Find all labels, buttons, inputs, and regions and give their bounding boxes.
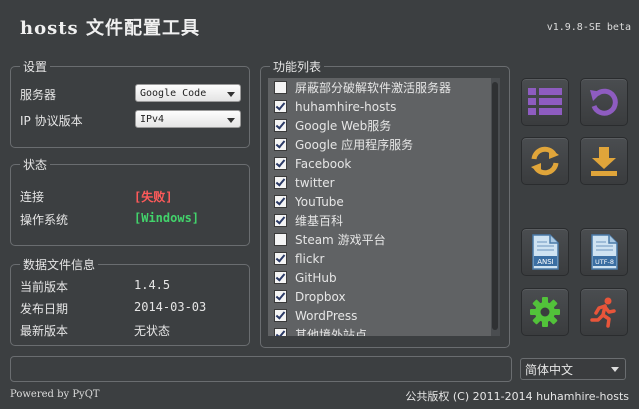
function-list-scrollbar[interactable] (491, 78, 500, 336)
chevron-down-icon (611, 367, 619, 372)
function-item-label: Google 应用程序服务 (295, 138, 414, 152)
settings-button[interactable] (521, 288, 569, 336)
app-version: v1.9.8-SE beta (546, 22, 631, 33)
function-list-item[interactable]: Dropbox (274, 287, 346, 306)
function-checkbox[interactable] (274, 138, 287, 151)
export-ansi-button[interactable]: ANSI (521, 228, 569, 276)
gear-icon (530, 297, 560, 327)
function-list-button[interactable] (521, 78, 569, 126)
function-checkbox[interactable] (274, 328, 287, 336)
function-list-item[interactable]: Google 应用程序服务 (274, 135, 413, 154)
download-button[interactable] (580, 137, 628, 185)
os-label: 操作系统 (20, 213, 69, 227)
language-select-value: 简体中文 (525, 363, 574, 377)
language-select[interactable]: 简体中文 (520, 358, 626, 380)
connection-status: [失败] (134, 190, 173, 204)
powered-by: Powered by PyQT (10, 389, 100, 400)
function-item-label: huhamhire-hosts (295, 99, 397, 114)
function-list-item[interactable]: 维基百科 (274, 211, 343, 230)
release-date-value: 2014-03-03 (134, 300, 207, 314)
functions-legend: 功能列表 (270, 58, 325, 75)
function-checkbox[interactable] (274, 100, 287, 113)
app-title: hosts 文件配置工具 (20, 18, 200, 39)
function-list-item[interactable]: twitter (274, 173, 335, 192)
function-list-item[interactable]: 其他境外站点 (274, 325, 367, 336)
function-item-label: 屏蔽部分破解软件激活服务器 (295, 81, 452, 95)
function-checkbox[interactable] (274, 195, 287, 208)
update-data-button[interactable] (521, 137, 569, 185)
running-man-icon (590, 297, 616, 328)
function-item-label: Google Web服务 (295, 119, 392, 133)
undo-icon (590, 88, 618, 116)
function-checkbox[interactable] (274, 309, 287, 322)
os-value: [Windows] (134, 211, 200, 225)
function-list-item[interactable]: Steam 游戏平台 (274, 230, 386, 249)
function-list-item[interactable]: flickr (274, 249, 324, 268)
function-checkbox[interactable] (274, 157, 287, 170)
server-select-value: Google Code (140, 88, 207, 99)
utf8-file-icon: UTF-8 (591, 234, 618, 270)
current-version-label: 当前版本 (20, 280, 69, 294)
copyright: 公共版权 (C) 2011-2014 huhamhire-hosts (405, 390, 629, 403)
status-group: 状态 连接 [失败] 操作系统 [Windows] (10, 156, 250, 246)
utf8-label: UTF-8 (595, 258, 614, 266)
function-item-label: flickr (295, 251, 325, 266)
function-item-label: Steam 游戏平台 (295, 233, 386, 247)
latest-version-value: 无状态 (134, 324, 171, 338)
function-list-item[interactable]: GitHub (274, 268, 337, 287)
ip-version-label: IP 协议版本 (20, 114, 83, 128)
scrollbar-thumb[interactable] (492, 82, 498, 330)
function-item-label: 其他境外站点 (295, 328, 368, 336)
current-version-value: 1.4.5 (134, 278, 171, 292)
function-checkbox[interactable] (274, 252, 287, 265)
function-checkbox[interactable] (274, 233, 287, 246)
function-checkbox[interactable] (274, 290, 287, 303)
exit-button[interactable] (580, 288, 628, 336)
status-legend: 状态 (20, 156, 51, 173)
function-item-label: Facebook (295, 156, 352, 171)
restore-button[interactable] (580, 78, 628, 126)
function-list-item[interactable]: Google Web服务 (274, 116, 391, 135)
latest-version-label: 最新版本 (20, 324, 69, 338)
function-list[interactable]: 屏蔽部分破解软件激活服务器 huhamhire-hosts Google Web服务… (268, 78, 500, 336)
settings-group: 设置 服务器 Google Code IP 协议版本 IPv4 (10, 58, 250, 148)
function-item-label: YouTube (295, 194, 344, 209)
function-list-item[interactable]: WordPress (274, 306, 357, 325)
function-list-item[interactable]: Facebook (274, 154, 351, 173)
function-item-label: 维基百科 (295, 214, 344, 228)
server-label: 服务器 (20, 88, 57, 102)
function-item-label: WordPress (295, 308, 358, 323)
ansi-label: ANSI (537, 258, 554, 266)
ansi-file-icon: ANSI (532, 234, 559, 270)
refresh-icon (531, 146, 559, 176)
settings-legend: 设置 (20, 58, 51, 75)
export-utf8-button[interactable]: UTF-8 (580, 228, 628, 276)
ip-version-select[interactable]: IPv4 (135, 110, 241, 128)
function-list-item[interactable]: huhamhire-hosts (274, 97, 396, 116)
function-list-item[interactable]: YouTube (274, 192, 344, 211)
chevron-down-icon (227, 118, 235, 123)
ip-version-select-value: IPv4 (140, 114, 165, 125)
function-item-label: twitter (295, 175, 335, 190)
connection-label: 连接 (20, 190, 45, 204)
function-checkbox[interactable] (274, 214, 287, 227)
datafile-group: 数据文件信息 当前版本 1.4.5 发布日期 2014-03-03 最新版本 无… (10, 256, 250, 346)
function-item-label: Dropbox (295, 289, 346, 304)
list-icon (528, 88, 562, 115)
download-icon (591, 147, 617, 176)
function-checkbox[interactable] (274, 119, 287, 132)
server-select[interactable]: Google Code (135, 84, 241, 102)
function-checkbox[interactable] (274, 81, 287, 94)
datafile-legend: 数据文件信息 (20, 256, 99, 273)
function-item-label: GitHub (295, 270, 337, 285)
function-checkbox[interactable] (274, 271, 287, 284)
progress-bar (10, 356, 512, 382)
function-list-item[interactable]: 屏蔽部分破解软件激活服务器 (274, 78, 451, 97)
chevron-down-icon (227, 92, 235, 97)
function-checkbox[interactable] (274, 176, 287, 189)
release-date-label: 发布日期 (20, 302, 69, 316)
